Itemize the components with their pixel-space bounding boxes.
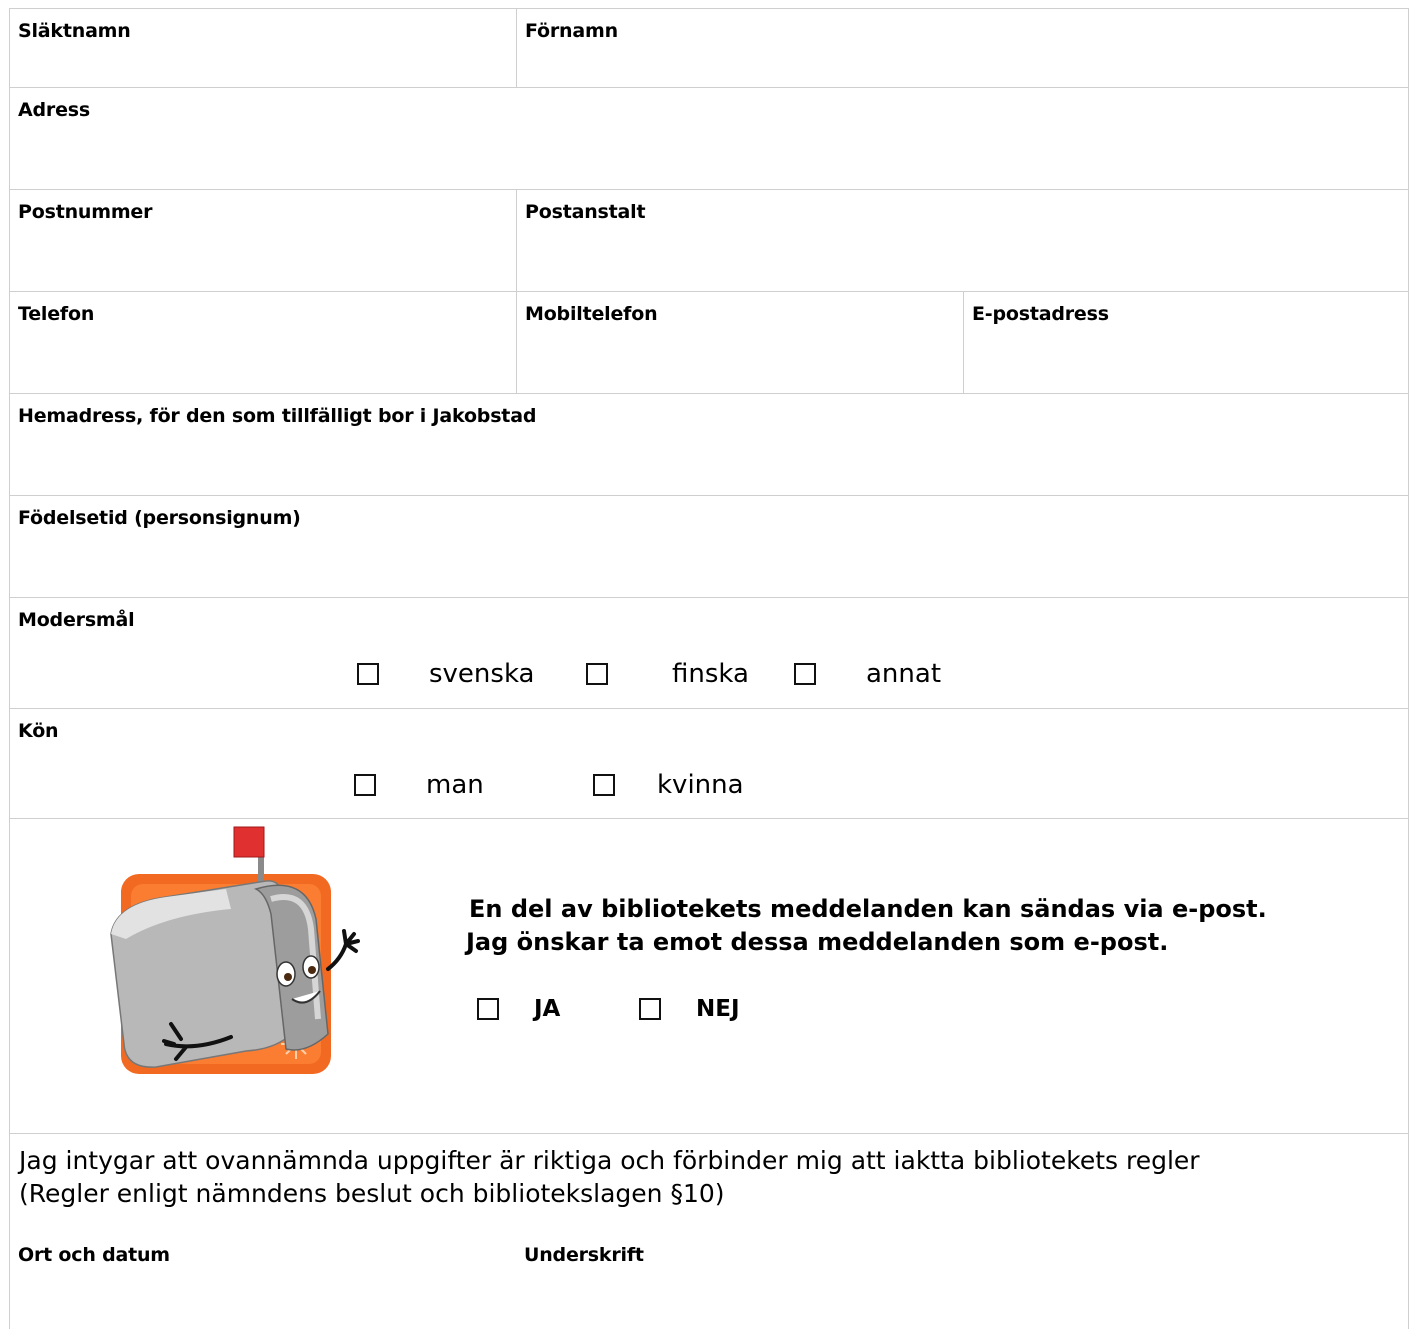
postnummer-label: Postnummer [18,201,153,223]
telefon-label: Telefon [18,303,95,325]
slaktnamn-label: Släktnamn [18,20,131,42]
ort-datum-field[interactable] [10,1234,516,1330]
option-annat[interactable]: annat [794,659,941,689]
row-hemadress: Hemadress, för den som tillfälligt bor i… [10,394,1408,496]
hemadress-label: Hemadress, för den som tillfälligt bor i… [18,405,537,427]
adress-field[interactable]: Adress [10,88,1408,189]
mailbox-mascot-icon [110,826,360,1074]
row-certification: Jag intygar att ovannämnda uppgifter är … [10,1134,1408,1330]
annat-label: annat [866,659,942,689]
underskrift-field[interactable] [516,1234,1408,1330]
row-email-notice: En del av bibliotekets meddelanden kan s… [10,819,1408,1134]
nej-checkbox[interactable] [639,998,661,1020]
svenska-checkbox[interactable] [357,663,379,685]
hemadress-field[interactable]: Hemadress, för den som tillfälligt bor i… [10,394,1408,495]
epostadress-label: E-postadress [972,303,1109,325]
row-name: Släktnamn Förnamn [10,9,1408,88]
fodelsetid-label: Födelsetid (personsignum) [18,507,301,529]
slaktnamn-field[interactable]: Släktnamn [10,9,516,87]
man-label: man [426,770,484,800]
mobiltelefon-label: Mobiltelefon [525,303,658,325]
library-card-form: Släktnamn Förnamn Adress Postnummer Post… [9,8,1409,1329]
mobiltelefon-field[interactable]: Mobiltelefon [516,292,963,393]
kvinna-label: kvinna [657,770,744,800]
finska-label: finska [672,659,749,689]
finska-checkbox[interactable] [586,663,608,685]
option-kvinna[interactable]: kvinna [593,770,744,800]
email-notice-line1: En del av bibliotekets meddelanden kan s… [469,895,1267,923]
row-postal: Postnummer Postanstalt [10,190,1408,292]
fornamn-label: Förnamn [525,20,618,42]
option-svenska[interactable]: svenska [357,659,535,689]
postanstalt-field[interactable]: Postanstalt [516,190,1408,291]
row-kon: Kön man kvinna [10,709,1408,819]
man-checkbox[interactable] [354,774,376,796]
kvinna-checkbox[interactable] [593,774,615,796]
epostadress-field[interactable]: E-postadress [963,292,1408,393]
telefon-field[interactable]: Telefon [10,292,516,393]
modersmal-label: Modersmål [18,609,135,631]
ja-checkbox[interactable] [477,998,499,1020]
postnummer-field[interactable]: Postnummer [10,190,516,291]
row-modersmal: Modersmål svenska finska annat [10,598,1408,709]
certification-line2: (Regler enligt nämndens beslut och bibli… [19,1179,725,1208]
nej-label: NEJ [696,996,740,1022]
fornamn-field[interactable]: Förnamn [516,9,1408,87]
adress-label: Adress [18,99,90,121]
fodelsetid-field[interactable]: Födelsetid (personsignum) [10,496,1408,597]
row-contact: Telefon Mobiltelefon E-postadress [10,292,1408,394]
option-man[interactable]: man [354,770,484,800]
option-ja[interactable]: JA [477,996,560,1022]
annat-checkbox[interactable] [794,663,816,685]
certification-text: Jag intygar att ovannämnda uppgifter är … [19,1144,1200,1210]
option-finska[interactable]: finska [586,659,749,689]
email-notice-line2: Jag önskar ta emot dessa meddelanden som… [466,928,1169,956]
row-address: Adress [10,88,1408,190]
row-fodelsetid: Födelsetid (personsignum) [10,496,1408,598]
svenska-label: svenska [429,659,535,689]
kon-label: Kön [18,720,59,742]
option-nej[interactable]: NEJ [639,996,740,1022]
ja-label: JA [534,996,561,1022]
postanstalt-label: Postanstalt [525,201,646,223]
certification-line1: Jag intygar att ovannämnda uppgifter är … [19,1146,1200,1175]
